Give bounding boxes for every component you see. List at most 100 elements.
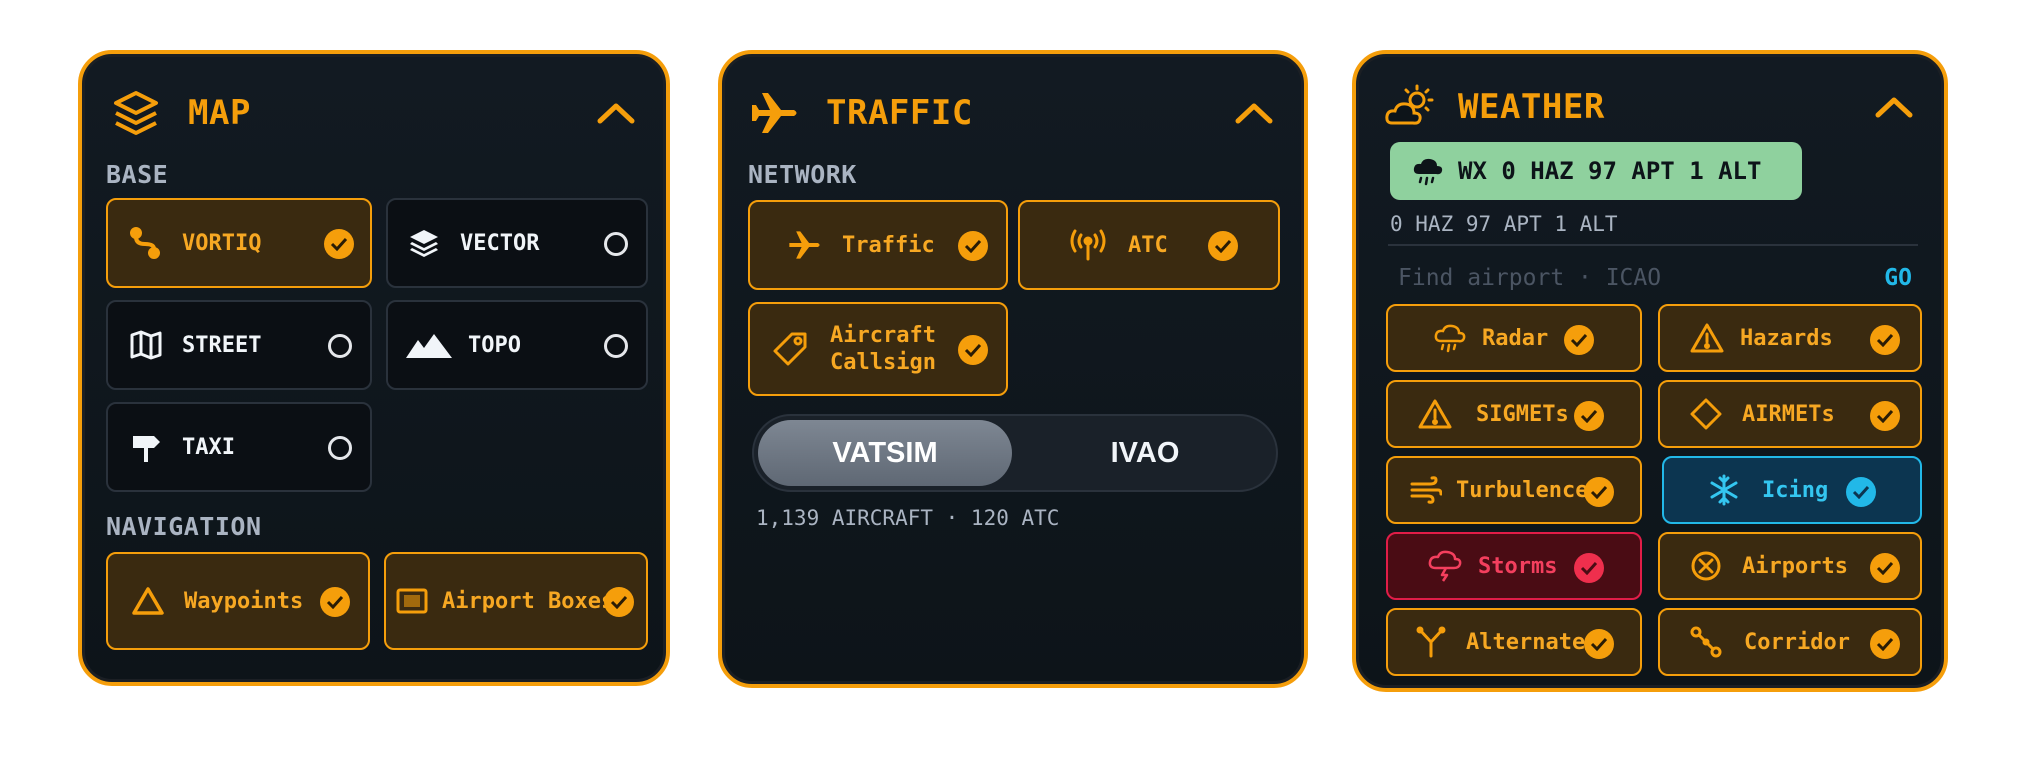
antenna-icon	[1070, 229, 1106, 261]
wx-badge-text: WX 0 HAZ 97 APT 1 ALT	[1458, 157, 1762, 185]
check-icon	[324, 229, 354, 259]
layer-label: Airports	[1742, 553, 1848, 579]
base-option-label: STREET	[182, 332, 262, 358]
map-panel: MAP BASE VORTIQ VECTOR STREET TOPO TAXI …	[78, 50, 670, 686]
check-icon	[1208, 231, 1238, 261]
layer-airports[interactable]: Airports	[1658, 532, 1922, 600]
layer-label: Hazards	[1740, 325, 1833, 351]
layer-airmets[interactable]: AIRMETs	[1658, 380, 1922, 448]
nav-option-label: Airport Boxes	[442, 588, 615, 614]
network-toggle: VATSIM IVAO	[752, 414, 1278, 492]
layer-radar[interactable]: Radar	[1386, 304, 1642, 372]
layer-alternates[interactable]: Alternates	[1386, 608, 1642, 676]
plane-icon	[788, 230, 822, 260]
layer-sigmets[interactable]: SIGMETs	[1386, 380, 1642, 448]
layer-label: Alternates	[1466, 629, 1599, 655]
weather-panel: WEATHER WX 0 HAZ 97 APT 1 ALT 0 HAZ 97 A…	[1352, 50, 1948, 692]
layer-label: Storms	[1478, 553, 1558, 579]
check-icon	[1574, 553, 1604, 583]
wind-icon	[1410, 476, 1442, 504]
airport-icon	[1690, 550, 1722, 582]
check-icon	[320, 587, 350, 617]
base-option-taxi[interactable]: TAXI	[106, 402, 372, 492]
check-icon	[1870, 553, 1900, 583]
traffic-option-atc[interactable]: ATC	[1018, 200, 1280, 290]
check-icon	[1870, 629, 1900, 659]
layer-corridor[interactable]: Corridor	[1658, 608, 1922, 676]
snowflake-icon	[1708, 474, 1740, 506]
base-section-label: BASE	[106, 160, 169, 189]
plane-icon	[750, 89, 800, 137]
layers-icon	[110, 87, 162, 139]
base-option-vector[interactable]: VECTOR	[386, 198, 648, 288]
network-stats: 1,139 AIRCRAFT · 120 ATC	[756, 506, 1060, 530]
layer-label: AIRMETs	[1742, 401, 1835, 427]
route-icon	[1690, 626, 1722, 658]
base-option-label: TOPO	[468, 332, 521, 358]
wx-summary: 0 HAZ 97 APT 1 ALT	[1390, 212, 1618, 236]
layer-storms[interactable]: Storms	[1386, 532, 1642, 600]
check-icon	[604, 587, 634, 617]
signpost-icon	[130, 430, 162, 464]
traffic-panel-header[interactable]: TRAFFIC	[750, 88, 1276, 138]
weather-panel-header[interactable]: WEATHER	[1384, 82, 1916, 132]
chevron-up-icon[interactable]	[1232, 97, 1276, 129]
chevron-up-icon[interactable]	[594, 97, 638, 129]
divider	[1388, 244, 1918, 246]
base-option-topo[interactable]: TOPO	[386, 300, 648, 390]
rain-cloud-icon	[1412, 156, 1444, 186]
sun-cloud-icon	[1384, 83, 1438, 131]
radio-icon	[328, 334, 352, 358]
base-option-label: VORTIQ	[182, 230, 262, 256]
base-option-vortiq[interactable]: VORTIQ	[106, 198, 372, 288]
network-option-label: VATSIM	[832, 436, 938, 469]
traffic-option-aircraft-callsign[interactable]: Aircraft Callsign	[748, 302, 1008, 396]
mountain-icon	[406, 332, 452, 358]
check-icon	[1564, 325, 1594, 355]
search-go-button[interactable]: GO	[1884, 265, 1912, 291]
nav-option-label: Waypoints	[184, 588, 304, 614]
base-option-label: VECTOR	[460, 230, 540, 256]
layer-turbulence[interactable]: Turbulence	[1386, 456, 1642, 524]
check-icon	[1574, 401, 1604, 431]
layer-hazards[interactable]: Hazards	[1658, 304, 1922, 372]
layer-label: Radar	[1482, 325, 1549, 351]
map-panel-title: MAP	[188, 93, 251, 133]
network-section-label: NETWORK	[748, 160, 857, 189]
rain-cloud-icon	[1434, 323, 1466, 353]
route-icon	[128, 226, 162, 260]
check-icon	[1846, 477, 1876, 507]
traffic-panel-title: TRAFFIC	[826, 93, 973, 133]
map-icon	[130, 330, 162, 360]
weather-panel-title: WEATHER	[1458, 87, 1605, 127]
radio-icon	[328, 436, 352, 460]
check-icon	[958, 231, 988, 261]
network-option-ivao[interactable]: IVAO	[1016, 420, 1274, 486]
chevron-up-icon[interactable]	[1872, 91, 1916, 123]
layer-icing[interactable]: Icing	[1662, 456, 1922, 524]
airport-search: GO	[1390, 250, 1924, 306]
network-option-vatsim[interactable]: VATSIM	[758, 420, 1012, 486]
radio-icon	[604, 232, 628, 256]
check-icon	[958, 335, 988, 365]
layer-label: Corridor	[1744, 629, 1850, 655]
tag-icon	[772, 331, 808, 367]
callsign-label: Aircraft Callsign	[830, 322, 936, 376]
traffic-option-traffic[interactable]: Traffic	[748, 200, 1008, 290]
nav-option-airport-boxes[interactable]: Airport Boxes	[384, 552, 648, 650]
base-option-label: TAXI	[182, 434, 235, 460]
callsign-label-line1: Aircraft	[830, 323, 936, 348]
map-panel-header[interactable]: MAP	[110, 88, 638, 138]
traffic-panel: TRAFFIC NETWORK Traffic ATC Aircraft Cal…	[718, 50, 1308, 688]
nav-option-waypoints[interactable]: Waypoints	[106, 552, 370, 650]
diamond-icon	[1690, 398, 1722, 430]
check-icon	[1870, 325, 1900, 355]
check-icon	[1584, 629, 1614, 659]
base-option-street[interactable]: STREET	[106, 300, 372, 390]
wx-status-badge: WX 0 HAZ 97 APT 1 ALT	[1390, 142, 1802, 200]
navigation-section-label: NAVIGATION	[106, 512, 262, 541]
radio-icon	[604, 334, 628, 358]
warning-icon	[1418, 399, 1452, 429]
airport-search-input[interactable]	[1390, 264, 1885, 292]
traffic-option-label: Traffic	[842, 232, 935, 258]
